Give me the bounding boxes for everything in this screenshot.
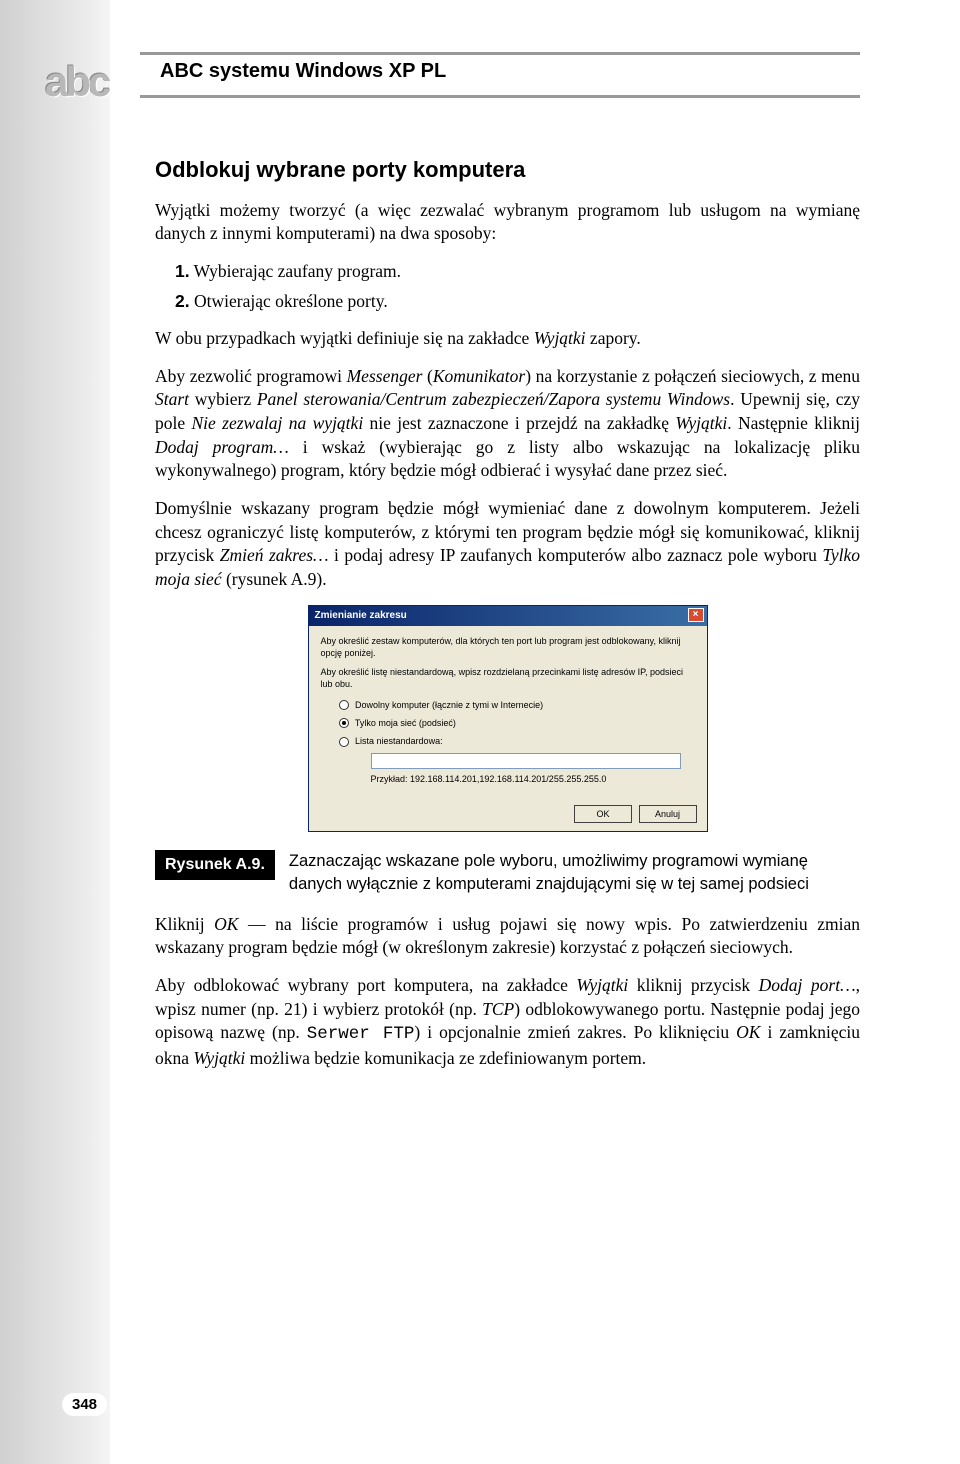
header-rule-bottom <box>140 95 860 98</box>
both-cases-paragraph: W obu przypadkach wyjątki definiuje się … <box>155 327 860 351</box>
change-scope-dialog: Zmienianie zakresu × Aby określić zestaw… <box>308 605 708 832</box>
ok-button[interactable]: OK <box>574 805 632 823</box>
default-scope-paragraph: Domyślnie wskazany program będzie mógł w… <box>155 497 860 592</box>
list-text-1: Wybierając zaufany program. <box>194 261 401 281</box>
page-number: 348 <box>62 1393 107 1416</box>
list-text-2: Otwierając określone porty. <box>194 291 388 311</box>
radio-icon <box>339 700 349 710</box>
italic-wyjatki: Wyjątki <box>534 328 586 348</box>
radio-label-mysubnet: Tylko moja sieć (podsieć) <box>355 718 456 728</box>
dialog-titlebar: Zmienianie zakresu × <box>309 606 707 626</box>
dialog-title-text: Zmienianie zakresu <box>315 610 407 621</box>
unblock-port-paragraph: Aby odblokować wybrany port komputera, n… <box>155 974 860 1071</box>
cancel-button[interactable]: Anuluj <box>639 805 697 823</box>
header-rule-top <box>140 52 860 55</box>
allow-messenger-paragraph: Aby zezwolić programowi Messenger (Komun… <box>155 365 860 483</box>
figure-caption-block: Rysunek A.9. Zaznaczając wskazane pole w… <box>155 850 860 895</box>
custom-list-input[interactable] <box>371 753 681 769</box>
dialog-note-1: Aby określić zestaw komputerów, dla któr… <box>321 636 695 659</box>
abc-logo: abc <box>45 58 108 106</box>
dialog-button-row: OK Anuluj <box>309 797 707 831</box>
running-header: ABC systemu Windows XP PL <box>160 60 446 83</box>
list-item-1: 1. Wybierając zaufany program. <box>175 260 860 284</box>
radio-option-custom[interactable]: Lista niestandardowa: <box>339 735 695 747</box>
radio-group: Dowolny komputer (łącznie z tymi w Inter… <box>339 699 695 786</box>
list-num-2: 2. <box>175 291 190 311</box>
radio-icon <box>339 737 349 747</box>
radio-option-any[interactable]: Dowolny komputer (łącznie z tymi w Inter… <box>339 699 695 711</box>
radio-label-any: Dowolny komputer (łącznie z tymi w Inter… <box>355 700 543 710</box>
radio-option-mysubnet[interactable]: Tylko moja sieć (podsieć) <box>339 717 695 729</box>
example-text: Przykład: 192.168.114.201,192.168.114.20… <box>371 773 695 785</box>
page-content: Odblokuj wybrane porty komputera Wyjątki… <box>155 155 860 1085</box>
radio-label-custom: Lista niestandardowa: <box>355 736 443 746</box>
radio-icon-checked <box>339 718 349 728</box>
figure-label: Rysunek A.9. <box>155 850 275 880</box>
figure-caption: Zaznaczając wskazane pole wyboru, umożli… <box>289 850 860 895</box>
dialog-note-2: Aby określić listę niestandardową, wpisz… <box>321 667 695 690</box>
txt: zapory. <box>586 328 641 348</box>
section-heading: Odblokuj wybrane porty komputera <box>155 155 860 185</box>
click-ok-paragraph: Kliknij OK — na liście programów i usług… <box>155 913 860 960</box>
dialog-figure: Zmienianie zakresu × Aby określić zestaw… <box>155 605 860 832</box>
left-margin-stripe <box>0 0 110 1464</box>
close-icon[interactable]: × <box>688 608 704 622</box>
dialog-body: Aby określić zestaw komputerów, dla któr… <box>309 626 707 797</box>
list-item-2: 2. Otwierając określone porty. <box>175 290 860 314</box>
txt: W obu przypadkach wyjątki definiuje się … <box>155 328 534 348</box>
list-num-1: 1. <box>175 261 190 281</box>
intro-paragraph: Wyjątki możemy tworzyć (a więc zezwalać … <box>155 199 860 246</box>
